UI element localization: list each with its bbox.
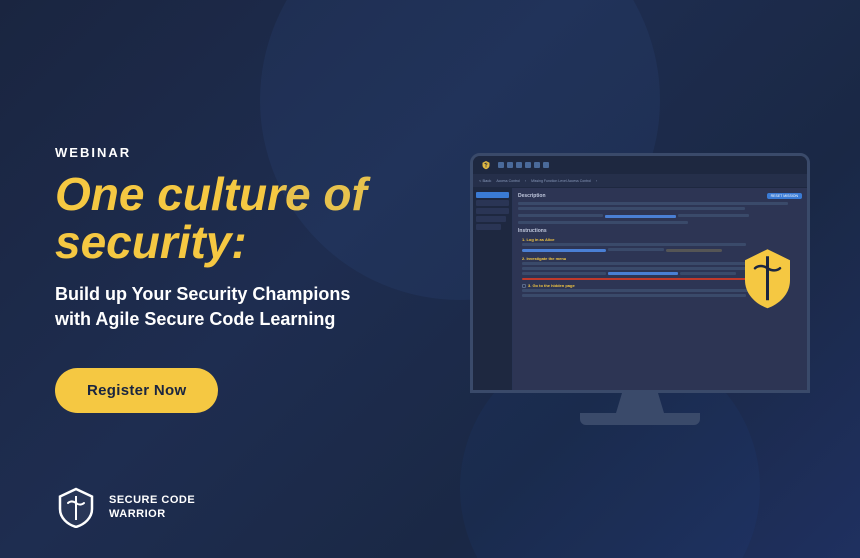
screen-content: < Back Access Control › Missing Function… bbox=[473, 156, 807, 390]
step2-line2 bbox=[522, 267, 746, 270]
monitor: < Back Access Control › Missing Function… bbox=[470, 153, 810, 393]
step2-link bbox=[608, 272, 678, 275]
step1-line2 bbox=[608, 248, 664, 251]
scw-logo-icon bbox=[55, 486, 97, 528]
reset-mission-btn: RESET MISSION bbox=[767, 193, 802, 199]
step1-line1 bbox=[522, 243, 746, 246]
screen-main: Description RESET MISSION bbox=[473, 188, 807, 390]
monitor-wrapper: < Back Access Control › Missing Function… bbox=[470, 153, 810, 425]
right-content: < Back Access Control › Missing Function… bbox=[420, 0, 860, 558]
step1-input bbox=[522, 249, 606, 252]
desc-line3a bbox=[518, 214, 603, 217]
shield-icon-screen bbox=[740, 246, 795, 311]
step2-warning bbox=[522, 278, 746, 280]
monitor-stand-neck bbox=[610, 393, 670, 413]
logo-line2: WARRIOR bbox=[109, 507, 195, 521]
screen-topbar bbox=[473, 156, 807, 174]
step1-password bbox=[666, 249, 722, 252]
back-arrow: < Back bbox=[479, 178, 491, 183]
screen-nav: < Back Access Control › Missing Function… bbox=[473, 174, 807, 188]
scw-logo-small bbox=[481, 160, 491, 170]
breadcrumb-item2: Missing Function Level Access Control bbox=[531, 179, 591, 183]
scw-shield-screen bbox=[740, 246, 795, 313]
step3-title: 3. Go to the hidden page bbox=[528, 283, 575, 288]
step3-line2 bbox=[522, 294, 746, 297]
desc-line4 bbox=[518, 221, 688, 224]
breadcrumb-separator1: Access Control bbox=[496, 179, 520, 183]
logo-area: SECURE CODE WARRIOR bbox=[55, 486, 195, 528]
monitor-stand-base bbox=[580, 413, 700, 425]
subtitle: Build up Your Security Champions with Ag… bbox=[55, 282, 370, 332]
logo-line1: SECURE CODE bbox=[109, 493, 195, 507]
step1-title: 1. Log in as Alice bbox=[522, 237, 802, 242]
screen-sidebar bbox=[473, 188, 513, 390]
instructions-label: Instructions bbox=[518, 228, 547, 234]
logo-text: SECURE CODE WARRIOR bbox=[109, 493, 195, 522]
desc-line1 bbox=[518, 202, 788, 205]
desc-line2 bbox=[518, 207, 745, 210]
main-title-line2: security: bbox=[55, 216, 247, 268]
desc-line3b bbox=[678, 214, 749, 217]
register-button[interactable]: Register Now bbox=[55, 368, 218, 413]
breadcrumb-sep-arrow: › bbox=[525, 179, 526, 183]
step2-line3b bbox=[680, 272, 736, 275]
description-label: Description bbox=[518, 193, 546, 199]
desc-link bbox=[605, 215, 676, 218]
description-section: Description RESET MISSION bbox=[518, 193, 802, 199]
main-container: WEBINAR One culture of security: Build u… bbox=[0, 0, 860, 558]
instructions-header: Instructions bbox=[518, 228, 802, 234]
step2-line3a bbox=[522, 272, 606, 275]
step3-checkbox bbox=[522, 284, 526, 288]
